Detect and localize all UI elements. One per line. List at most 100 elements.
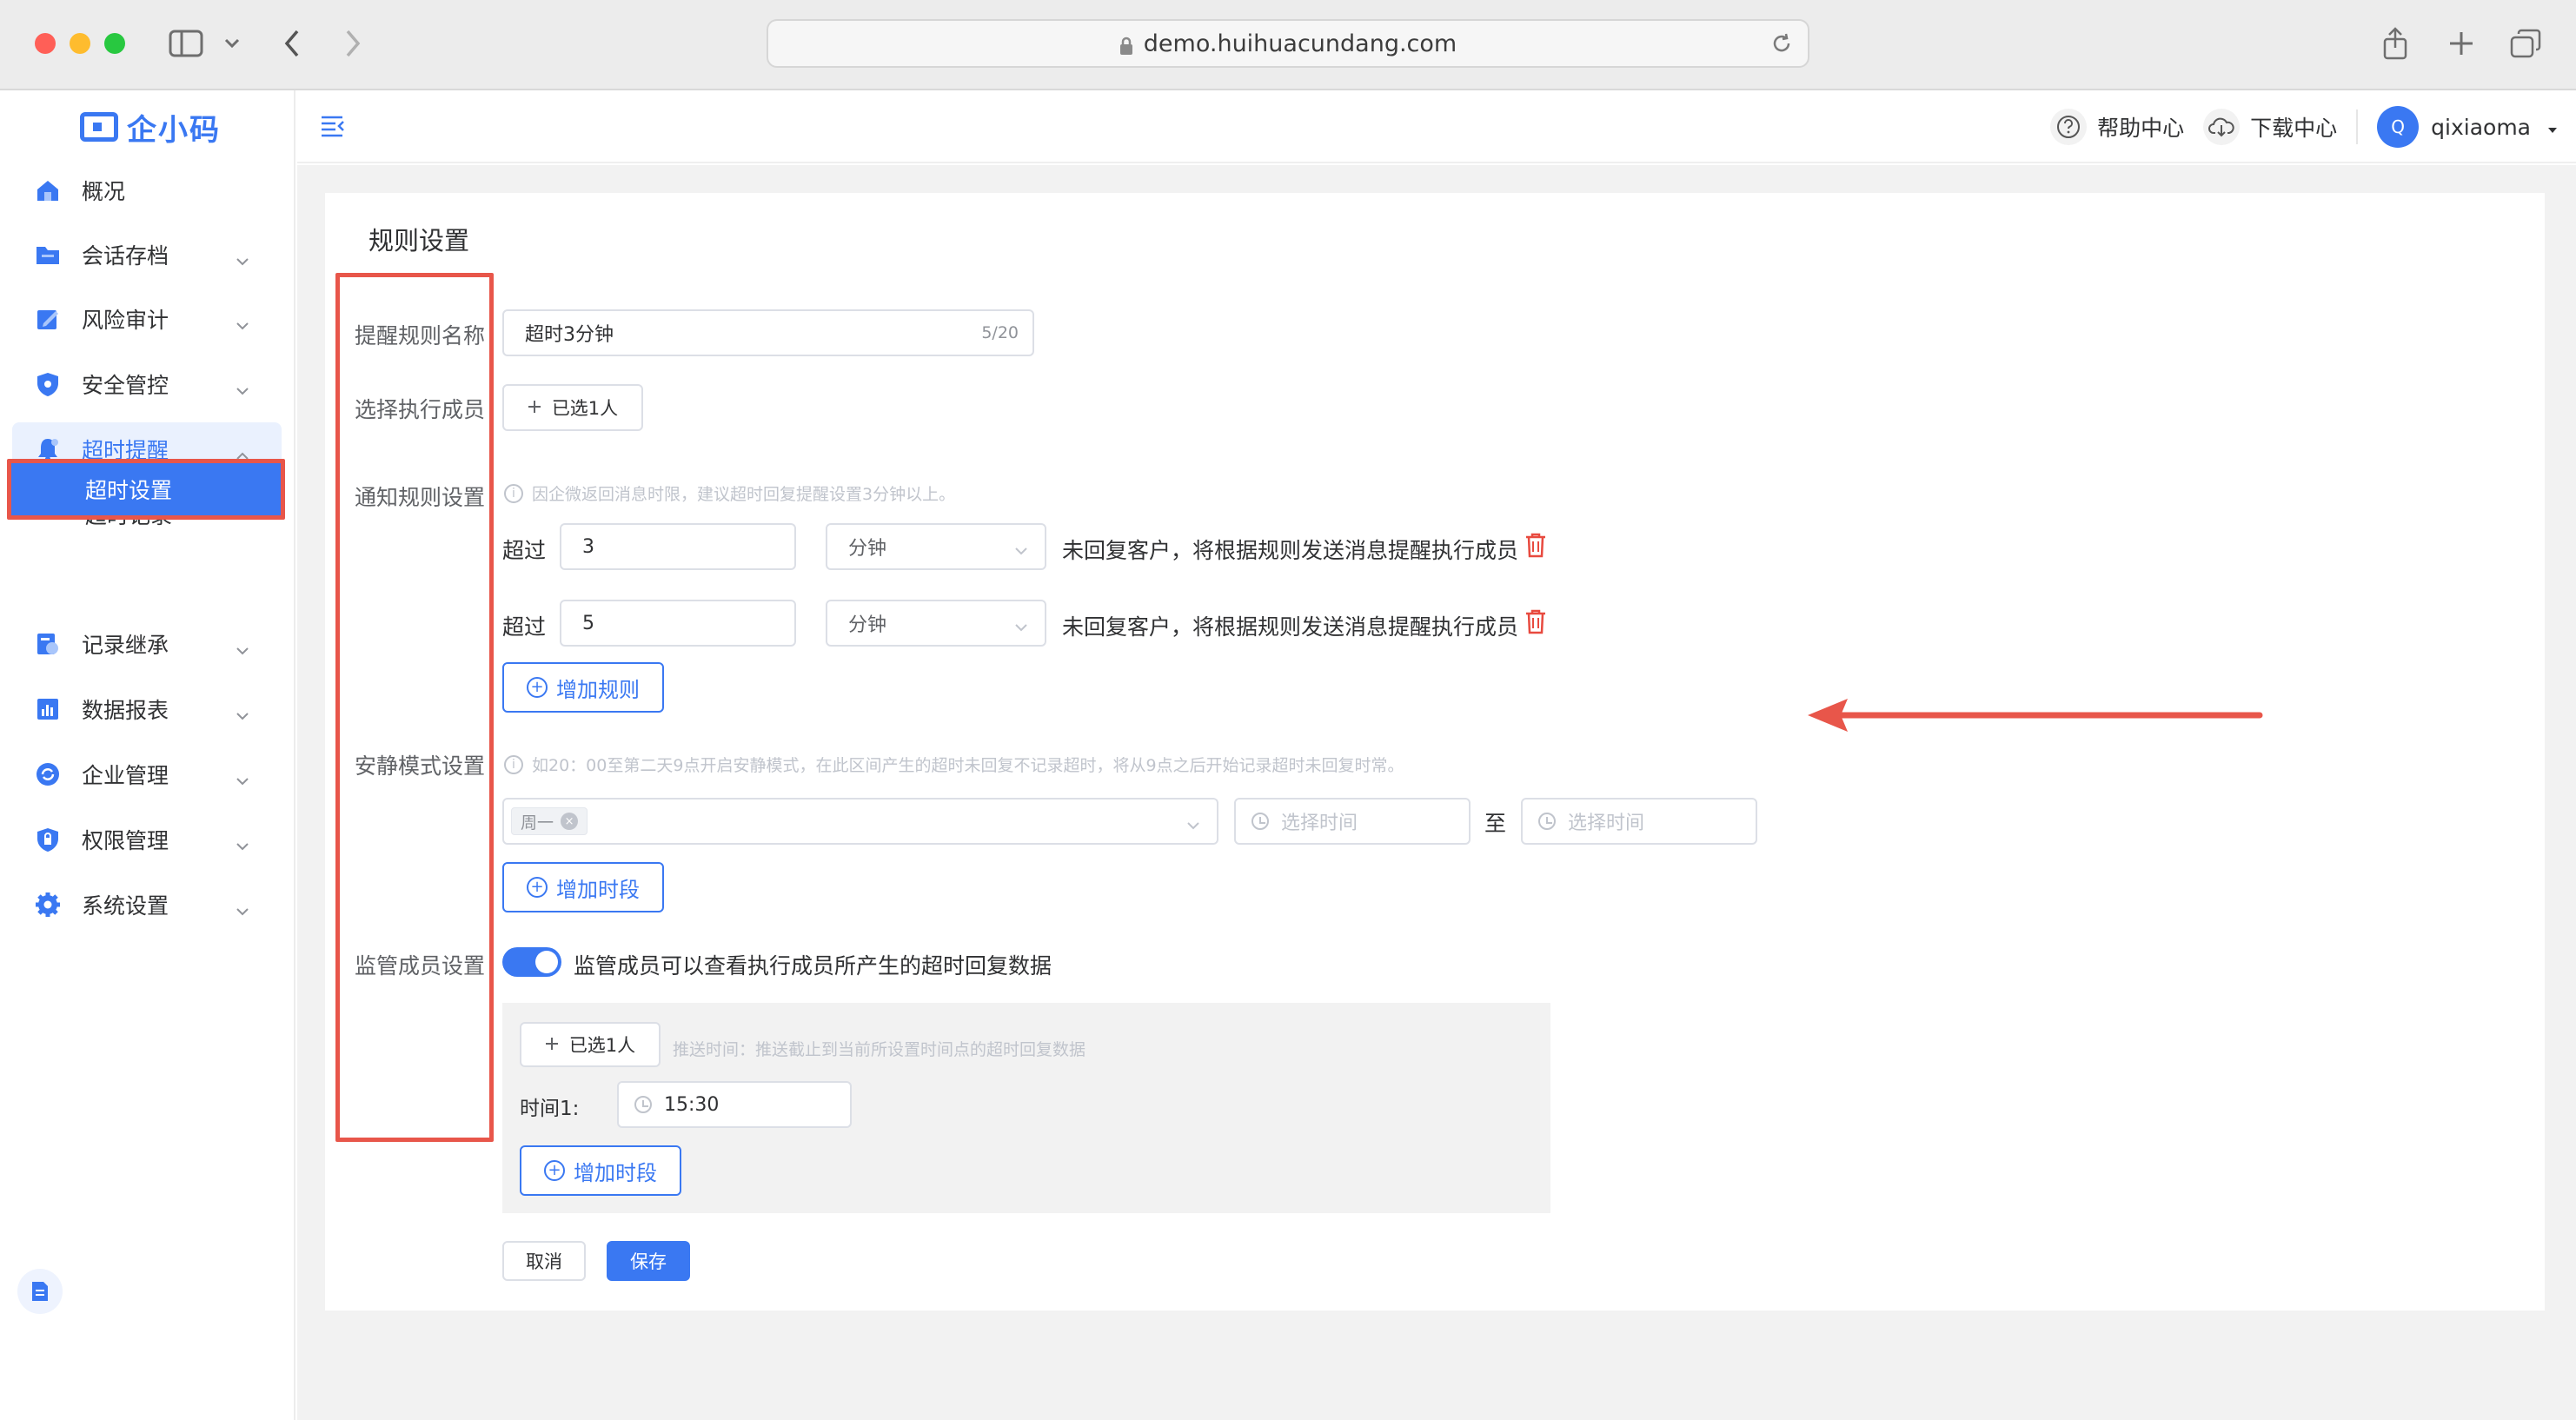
sidebar-item-label: 记录继承 [82, 633, 169, 658]
supervisor-toggle[interactable] [502, 947, 561, 977]
download-center-label: 下载中心 [2250, 116, 2338, 141]
add-rule-button[interactable]: + 增加规则 [502, 662, 664, 713]
sidebar-item-label: 概况 [82, 179, 126, 204]
reload-icon[interactable] [1769, 31, 1794, 62]
quiet-mode-hint: i 如20：00至第二天9点开启安静模式，在此区间产生的超时未回复不记录超时，将… [504, 753, 1404, 776]
header-divider [2356, 109, 2359, 144]
sidebar-item-overview[interactable]: 概况 [12, 163, 282, 217]
rule-name-input[interactable]: 超时3分钟 5/20 [502, 309, 1034, 356]
new-tab-icon[interactable] [2444, 24, 2479, 63]
sidebar-item-risk-audit[interactable]: 风险审计 [12, 292, 282, 346]
shield-icon [35, 371, 61, 397]
cancel-button[interactable]: 取消 [502, 1241, 586, 1281]
quiet-end-time-input[interactable]: 选择时间 [1521, 798, 1757, 845]
sidebar-item-record-inherit[interactable]: 记录继承 [12, 617, 282, 671]
close-icon[interactable]: × [561, 813, 579, 830]
char-counter: 5/20 [981, 323, 1019, 342]
menu-collapse-icon[interactable] [320, 113, 346, 141]
user-menu[interactable]: Q qixiaoma [2377, 106, 2559, 148]
label-supervisor: 监管成员设置 [355, 953, 486, 979]
help-center-label: 帮助中心 [2097, 116, 2185, 141]
notify-hint: i 因企微返回消息时限，建议超时回复提醒设置3分钟以上。 [504, 481, 955, 505]
sidebar-item-label: 风险审计 [82, 308, 169, 333]
annotation-arrow [1808, 695, 2265, 739]
close-window-button[interactable] [35, 33, 56, 54]
sidebar-item-label: 安全管控 [82, 373, 169, 398]
time-range-separator: 至 [1484, 811, 1507, 836]
share-icon[interactable] [2378, 24, 2413, 63]
chevron-down-icon [1185, 814, 1201, 836]
avatar: Q [2377, 106, 2420, 148]
chevron-down-icon [235, 832, 250, 857]
chevron-down-icon [1013, 616, 1029, 638]
sidebar-item-enterprise[interactable]: 企业管理 [12, 747, 282, 801]
username: qixiaoma [2431, 114, 2531, 140]
label-rule-name: 提醒规则名称 [355, 323, 486, 348]
push-time-input[interactable]: 15:30 [617, 1081, 852, 1128]
sidebar-item-label: 系统设置 [82, 893, 169, 919]
select-members-button[interactable]: 已选1人 [502, 384, 643, 431]
chevron-down-icon [235, 766, 250, 792]
cloud-download-icon [2203, 109, 2241, 145]
caret-down-icon [2546, 115, 2559, 140]
maximize-window-button[interactable] [104, 33, 125, 54]
top-header: 帮助中心 下载中心 Q qixiaoma [297, 90, 2576, 163]
rule-minutes-input[interactable]: 3 [560, 523, 796, 570]
chevron-down-icon [235, 701, 250, 727]
save-button[interactable]: 保存 [607, 1241, 690, 1281]
tabs-overview-icon[interactable] [2506, 24, 2545, 63]
quiet-start-time-input[interactable]: 选择时间 [1234, 798, 1471, 845]
rule-description: 未回复客户，将根据规则发送消息提醒执行成员 [1062, 538, 1519, 563]
chevron-down-icon [235, 376, 250, 401]
rule-description: 未回复客户，将根据规则发送消息提醒执行成员 [1062, 614, 1519, 640]
cycle-icon [35, 761, 61, 787]
rule-unit-select[interactable]: 分钟 [826, 600, 1046, 647]
select-supervisors-button[interactable]: 已选1人 [520, 1022, 661, 1067]
info-icon: i [504, 483, 523, 503]
label-quiet-mode: 安静模式设置 [355, 753, 486, 779]
help-icon [2050, 109, 2088, 145]
chart-icon [35, 696, 61, 722]
download-center-link[interactable]: 下载中心 [2203, 109, 2337, 145]
document-icon[interactable] [17, 1269, 63, 1314]
sidebar-item-permissions[interactable]: 权限管理 [12, 813, 282, 866]
chevron-down-icon [235, 311, 250, 336]
chevron-down-icon[interactable] [219, 24, 245, 63]
add-period-button[interactable]: + 增加时段 [502, 862, 664, 912]
time1-label: 时间1: [520, 1098, 580, 1120]
help-center-link[interactable]: 帮助中心 [2050, 109, 2184, 145]
annotation-highlight-box [7, 459, 285, 520]
sidebar-item-label: 会话存档 [82, 243, 169, 269]
toggle-knob [535, 951, 558, 973]
sidebar-toggle-icon[interactable] [167, 24, 205, 63]
sidebar-item-data-reports[interactable]: 数据报表 [12, 682, 282, 736]
lock-shield-icon [35, 826, 61, 853]
rule-prefix: 超过 [502, 538, 547, 563]
push-time-hint: 推送时间：推送截止到当前所设置时间点的超时回复数据 [673, 1040, 1086, 1059]
sidebar-item-security[interactable]: 安全管控 [12, 357, 282, 411]
delete-rule-icon[interactable] [1524, 608, 1547, 638]
url-text: demo.huihuacundang.com [1143, 30, 1457, 57]
rule-name-value: 超时3分钟 [525, 324, 614, 346]
delete-rule-icon[interactable] [1524, 532, 1547, 561]
quiet-days-select[interactable]: 周一 × [502, 798, 1218, 845]
back-icon[interactable] [276, 24, 308, 63]
sidebar-item-chat-archive[interactable]: 会话存档 [12, 228, 282, 282]
forward-icon[interactable] [337, 24, 368, 63]
browser-toolbar: demo.huihuacundang.com [0, 0, 2576, 90]
home-icon [35, 177, 61, 203]
rule-unit-select[interactable]: 分钟 [826, 523, 1046, 570]
sidebar-item-system-settings[interactable]: 系统设置 [12, 878, 282, 932]
minimize-window-button[interactable] [70, 33, 90, 54]
gear-icon [35, 892, 61, 918]
header-actions: 帮助中心 下载中心 Q qixiaoma [2031, 106, 2559, 148]
select-members-label: 已选1人 [551, 398, 619, 419]
add-push-period-button[interactable]: + 增加时段 [520, 1145, 681, 1196]
rule-minutes-input[interactable]: 5 [560, 600, 796, 647]
address-bar[interactable]: demo.huihuacundang.com [767, 19, 1809, 68]
plus-circle-icon: + [527, 877, 548, 898]
plus-circle-icon: + [527, 677, 548, 698]
rule-prefix: 超过 [502, 614, 547, 640]
lock-icon [1119, 35, 1133, 55]
logo-text: 企小码 [127, 112, 221, 148]
